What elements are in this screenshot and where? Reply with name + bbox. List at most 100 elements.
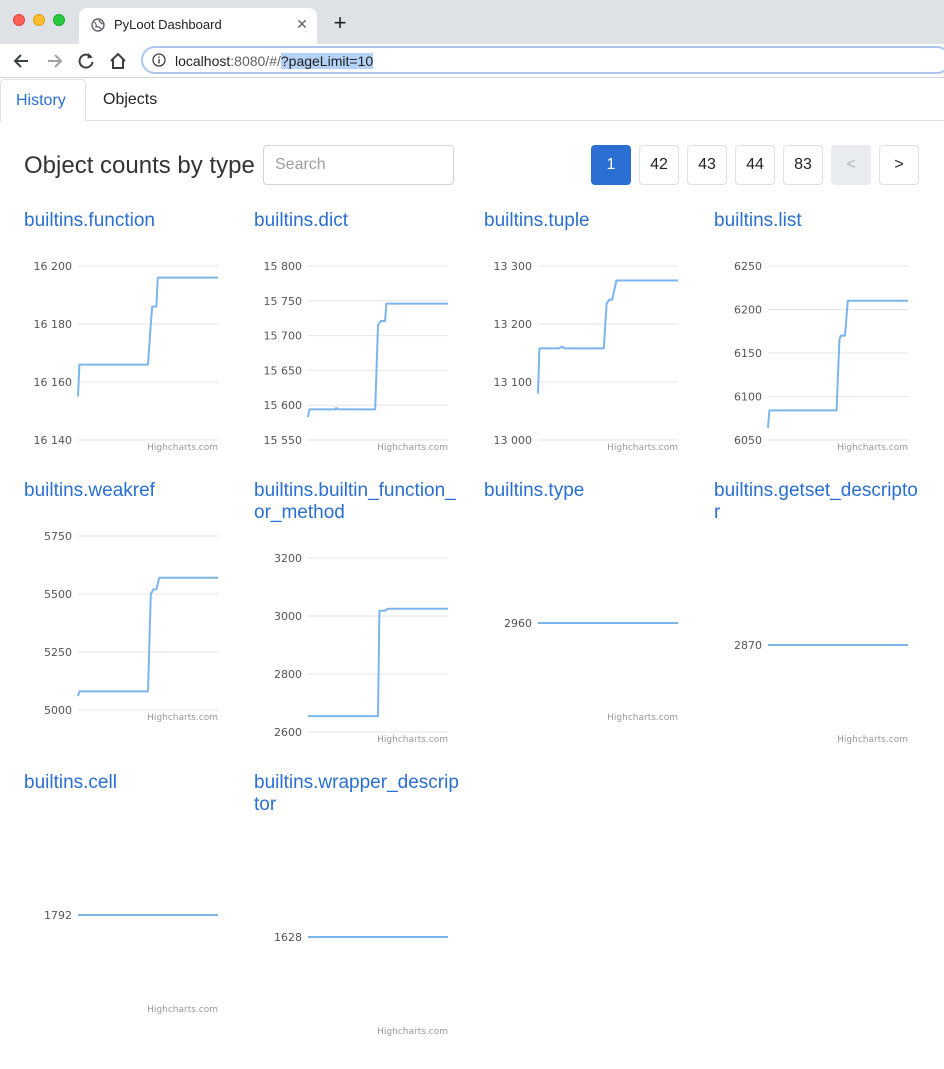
chart-card: builtins.tuple 13 300 13 200 13 100 13 000 H… [484, 210, 704, 453]
chart-card: builtins.list 6250 6200 6150 6100 6050 Highch… [714, 210, 934, 453]
y-tick-label: 3000 [274, 610, 302, 623]
chart-card: builtins.getset_descriptor 2870 Highchart… [714, 480, 934, 745]
url-host: localhost [175, 53, 231, 69]
new-tab-button[interactable]: + [330, 12, 350, 34]
browser-titlebar: PyLoot Dashboard ✕ + [0, 0, 944, 44]
page-button-1[interactable]: 1 [591, 145, 631, 185]
series-line[interactable] [307, 302, 448, 418]
tab-objects[interactable]: Objects [88, 79, 172, 121]
y-tick-label: 5250 [44, 646, 72, 659]
highcharts-credit[interactable]: Highcharts.com [837, 735, 908, 745]
line-chart: 1792 Highcharts.com [44, 909, 218, 1015]
prev-page-button[interactable]: < [831, 145, 871, 185]
highcharts-credit[interactable]: Highcharts.com [377, 443, 448, 453]
highcharts-credit[interactable]: Highcharts.com [147, 1005, 218, 1015]
browser-tab-title: PyLoot Dashboard [114, 17, 222, 32]
close-window-button[interactable] [13, 14, 25, 26]
series-line[interactable] [767, 299, 908, 428]
series-line[interactable] [537, 279, 678, 394]
close-tab-icon[interactable]: ✕ [293, 15, 311, 33]
highcharts-credit[interactable]: Highcharts.com [607, 443, 678, 453]
series-line[interactable] [77, 576, 218, 697]
chart-card: builtins.wrapper_descriptor 1628 Highchar… [254, 772, 474, 1037]
y-tick-label: 15 550 [264, 434, 303, 447]
page-button-43[interactable]: 43 [687, 145, 727, 185]
chart-title[interactable]: builtins.tuple [484, 210, 689, 232]
chart-title[interactable]: builtins.type [484, 480, 689, 502]
reload-icon[interactable] [75, 50, 97, 72]
url-query-selected: ?pageLimit=10 [280, 53, 374, 69]
series-line[interactable] [308, 607, 448, 718]
chart-title[interactable]: builtins.wrapper_descriptor [254, 772, 459, 816]
y-tick-label: 2800 [274, 668, 302, 681]
line-chart: 3200 3000 2800 2600 Highcharts.com [274, 552, 448, 745]
y-tick-label: 2600 [274, 726, 302, 739]
tab-history[interactable]: History [0, 79, 86, 122]
chart-title[interactable]: builtins.function [24, 210, 229, 232]
y-tick-label: 6200 [734, 304, 762, 317]
line-chart: 15 800 15 750 15 700 15 650 15 600 15 550 High… [264, 260, 448, 453]
line-chart: 5750 5500 5250 5000 Highcharts.com [44, 530, 218, 723]
line-chart: 6250 6200 6150 6100 6050 Highcharts.com [734, 260, 908, 453]
next-page-button[interactable]: > [879, 145, 919, 185]
y-tick-label: 15 800 [264, 260, 303, 273]
y-tick-label: 15 600 [264, 399, 303, 412]
page-button-44[interactable]: 44 [735, 145, 775, 185]
y-tick-label: 6250 [734, 260, 762, 273]
chart-card: builtins.weakref 5750 5500 5250 5000 Highcha… [24, 480, 244, 723]
back-arrow-icon[interactable] [11, 50, 33, 72]
chart-card: builtins.builtin_function_or_method 3200… [254, 480, 474, 745]
highcharts-credit[interactable]: Highcharts.com [377, 1027, 448, 1037]
highcharts-credit[interactable]: Highcharts.com [147, 713, 218, 723]
y-tick-label: 13 200 [494, 318, 533, 331]
page-button-83[interactable]: 83 [783, 145, 823, 185]
y-tick-label: 16 200 [34, 260, 73, 273]
browser-tab[interactable]: PyLoot Dashboard ✕ [79, 8, 317, 44]
y-tick-label: 15 650 [264, 364, 303, 377]
y-tick-label: 6050 [734, 434, 762, 447]
app-nav-tabs: History Objects [0, 79, 944, 122]
series-line[interactable] [77, 276, 218, 397]
y-tick-label: 2870 [734, 639, 762, 652]
page-title: Object counts by type [24, 152, 255, 179]
url-path: :8080/#/ [230, 53, 281, 69]
chart-title[interactable]: builtins.builtin_function_or_method [254, 480, 459, 524]
y-tick-label: 6150 [734, 347, 762, 360]
chart-title[interactable]: builtins.cell [24, 772, 229, 794]
maximize-window-button[interactable] [53, 14, 65, 26]
y-tick-label: 16 160 [34, 376, 73, 389]
address-bar[interactable]: localhost:8080/#/?pageLimit=10 [141, 46, 944, 74]
chart-card: builtins.cell 1792 Highcharts.com [24, 772, 244, 1015]
chart-title[interactable]: builtins.getset_descriptor [714, 480, 919, 524]
highcharts-credit[interactable]: Highcharts.com [607, 713, 678, 723]
highcharts-credit[interactable]: Highcharts.com [837, 443, 908, 453]
chart-card: builtins.type 2960 Highcharts.com [484, 480, 704, 723]
y-tick-label: 13 100 [494, 376, 533, 389]
search-input[interactable] [263, 145, 454, 185]
y-tick-label: 5000 [44, 704, 72, 717]
y-tick-label: 5750 [44, 530, 72, 543]
chart-title[interactable]: builtins.list [714, 210, 919, 232]
minimize-window-button[interactable] [33, 14, 45, 26]
url-text: localhost:8080/#/?pageLimit=10 [175, 53, 374, 69]
y-tick-label: 13 000 [494, 434, 533, 447]
info-icon[interactable] [152, 53, 166, 67]
chart-card: builtins.dict 15 800 15 750 15 700 15 650 15… [254, 210, 474, 453]
chart-card: builtins.function 16 200 16 180 16 160 16 1… [24, 210, 244, 453]
y-tick-label: 15 700 [264, 330, 303, 343]
highcharts-credit[interactable]: Highcharts.com [147, 443, 218, 453]
chart-title[interactable]: builtins.weakref [24, 480, 229, 502]
y-tick-label: 13 300 [494, 260, 533, 273]
y-tick-label: 1628 [274, 931, 302, 944]
y-tick-label: 15 750 [264, 295, 303, 308]
line-chart: 13 300 13 200 13 100 13 000 Highcharts.com [494, 260, 678, 453]
chart-title[interactable]: builtins.dict [254, 210, 459, 232]
y-tick-label: 6100 [734, 391, 762, 404]
forward-arrow-icon[interactable] [43, 50, 65, 72]
y-tick-label: 1792 [44, 909, 72, 922]
page-button-42[interactable]: 42 [639, 145, 679, 185]
line-chart: 2870 Highcharts.com [734, 639, 908, 745]
highcharts-credit[interactable]: Highcharts.com [377, 735, 448, 745]
home-icon[interactable] [107, 50, 129, 72]
globe-icon [91, 18, 105, 32]
